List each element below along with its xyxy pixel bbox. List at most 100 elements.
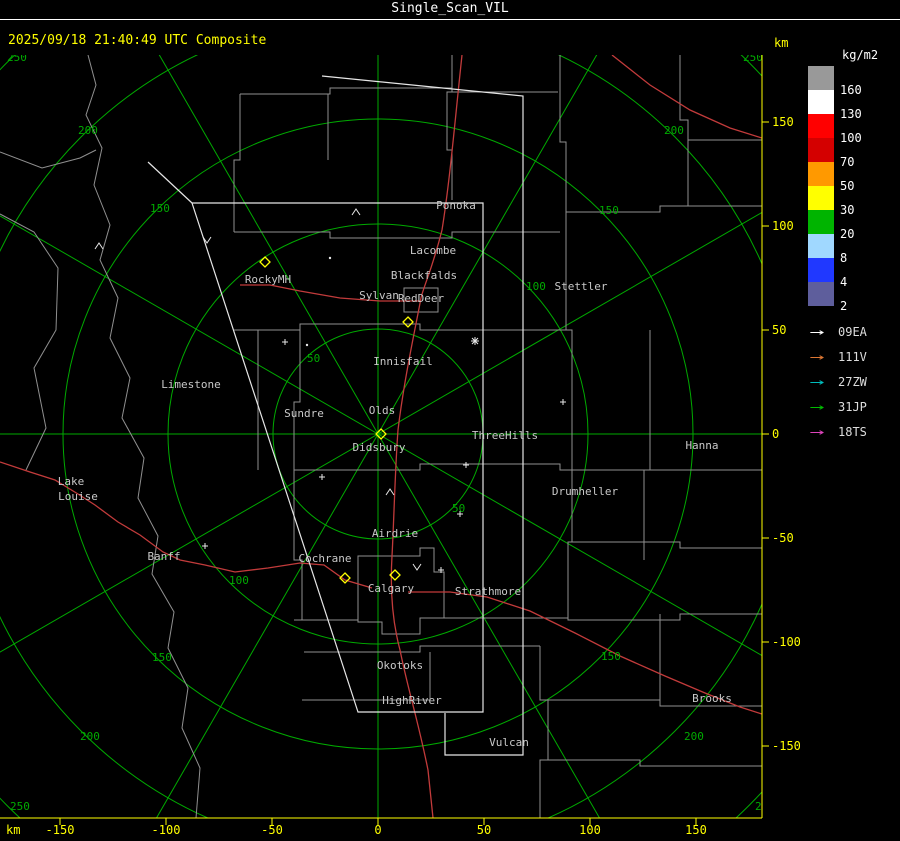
scale-value-label: 50 xyxy=(840,179,855,193)
storm-id-label: 27ZW xyxy=(838,375,867,389)
title-bar: Single_Scan_VIL xyxy=(0,0,900,20)
storm-arrow-icon: → xyxy=(809,400,825,415)
ring-range-label: 50 xyxy=(307,352,320,365)
y-axis-unit-label: km xyxy=(774,36,789,50)
scale-value-labels: 160 130 100 70 50 30 20 8 4 2 xyxy=(840,78,862,318)
scale-color-block xyxy=(808,258,834,282)
town-labels: Ponoka Lacombe Blackfalds RedDeer Sylvan… xyxy=(58,199,732,749)
town-label: Brooks xyxy=(692,692,732,705)
storm-id-row: → 18TS xyxy=(804,418,867,443)
scale-value-label: 100 xyxy=(840,131,862,145)
y-axis-tick-label: 150 xyxy=(772,115,794,129)
y-axis-tick-label: 0 xyxy=(772,427,779,441)
scan-area-outlines xyxy=(147,75,524,756)
scale-color-block xyxy=(808,282,834,306)
x-axis-unit-label: km xyxy=(6,823,20,837)
town-label: Lake xyxy=(58,475,85,488)
storm-id-row: → 27ZW xyxy=(804,368,867,393)
town-label: Stettler xyxy=(555,280,608,293)
y-axis-tick-label: 50 xyxy=(772,323,786,337)
town-label: Louise xyxy=(58,490,98,503)
axis-labels: km -150 -100 -50 0 50 100 150 150 100 50… xyxy=(6,115,801,837)
scale-color-block xyxy=(808,114,834,138)
ring-range-label: 200 xyxy=(80,730,100,743)
town-label: Airdrie xyxy=(372,527,418,540)
scale-value-label: 20 xyxy=(840,227,855,241)
storm-arrow-icon: → xyxy=(809,425,825,440)
storm-id-legend: → 09EA → 111V → 27ZW → 31JP → 18TS xyxy=(804,318,867,443)
storm-id-label: 18TS xyxy=(838,425,867,439)
x-axis-tick-label: -150 xyxy=(46,823,75,837)
scale-value-label: 4 xyxy=(840,275,848,289)
ring-range-label: 150 xyxy=(601,650,621,663)
radar-app-window: Single_Scan_VIL 2025/09/18 21:40:49 UTC … xyxy=(0,0,900,841)
scale-color-block xyxy=(808,138,834,162)
x-axis-tick-label: 150 xyxy=(685,823,707,837)
scale-color-block xyxy=(808,186,834,210)
map-canvas[interactable]: 50 50 100 100 150 150 150 150 200 200 20… xyxy=(0,55,900,841)
town-label: Olds xyxy=(369,404,396,417)
town-label: Lacombe xyxy=(410,244,456,257)
ring-range-label: 100 xyxy=(526,280,546,293)
storm-id-label: 111V xyxy=(838,350,867,364)
scale-color-block xyxy=(808,234,834,258)
town-label: Drumheller xyxy=(552,485,619,498)
town-label: RedDeer xyxy=(398,292,445,305)
scale-value-label: 130 xyxy=(840,107,862,121)
x-axis-tick-label: 0 xyxy=(374,823,381,837)
ring-range-label: 200 xyxy=(78,124,98,137)
scale-unit-label: kg/m2 xyxy=(842,48,879,62)
town-label: Didsbury xyxy=(353,441,406,454)
storm-id-row: → 111V xyxy=(804,343,867,368)
ring-range-label: 250 xyxy=(755,800,775,813)
storm-id-row: → 09EA xyxy=(804,318,867,343)
town-label: Limestone xyxy=(161,378,221,391)
ring-range-label: 150 xyxy=(150,202,170,215)
storm-arrow-icon: → xyxy=(809,375,825,390)
town-label: Ponoka xyxy=(436,199,476,212)
town-label: Cochrane xyxy=(299,552,352,565)
scale-color-block xyxy=(808,90,834,114)
storm-id-row: → 31JP xyxy=(804,393,867,418)
scale-value-label: 160 xyxy=(840,83,862,97)
scale-value-label: 30 xyxy=(840,203,855,217)
town-label: ThreeHills xyxy=(472,429,538,442)
distance-axes xyxy=(0,55,769,825)
scale-color-block xyxy=(808,162,834,186)
y-axis-tick-label: 100 xyxy=(772,219,794,233)
scale-value-label: 8 xyxy=(840,251,848,265)
x-axis-tick-label: 50 xyxy=(477,823,491,837)
storm-id-label: 09EA xyxy=(838,325,867,339)
y-axis-tick-label: -150 xyxy=(772,739,801,753)
y-axis-tick-label: -100 xyxy=(772,635,801,649)
town-markers xyxy=(94,208,566,573)
scale-value-label: 2 xyxy=(840,299,848,313)
legend-panel: kg/m2 160 130 100 70 50 30 20 8 4 2 → 09… xyxy=(800,40,900,836)
ring-range-label: 250 xyxy=(7,55,27,64)
scale-color-block xyxy=(808,66,834,90)
town-label: Strathmore xyxy=(455,585,521,598)
town-label: Sylvan xyxy=(359,289,399,302)
ring-range-label: 200 xyxy=(664,124,684,137)
town-label: Hanna xyxy=(685,439,718,452)
ring-range-label: 150 xyxy=(599,204,619,217)
storm-arrow-icon: → xyxy=(809,325,825,340)
x-axis-tick-label: 100 xyxy=(579,823,601,837)
town-label: Calgary xyxy=(368,582,415,595)
ring-range-label: 250 xyxy=(10,800,30,813)
scale-color-block xyxy=(808,210,834,234)
ring-range-label: 150 xyxy=(152,651,172,664)
window-title: Single_Scan_VIL xyxy=(391,1,509,16)
ring-range-label: 200 xyxy=(684,730,704,743)
town-label: Innisfail xyxy=(373,355,433,368)
town-label: Blackfalds xyxy=(391,269,457,282)
ring-range-label: 50 xyxy=(452,502,465,515)
highways xyxy=(0,55,762,818)
town-label: Vulcan xyxy=(489,736,529,749)
x-axis-tick-label: -100 xyxy=(152,823,181,837)
ring-range-label: 250 xyxy=(743,55,763,64)
town-label: RockyMH xyxy=(245,273,291,286)
y-axis-tick-label: -50 xyxy=(772,531,794,545)
town-label: Okotoks xyxy=(377,659,423,672)
ring-range-label: 100 xyxy=(229,574,249,587)
